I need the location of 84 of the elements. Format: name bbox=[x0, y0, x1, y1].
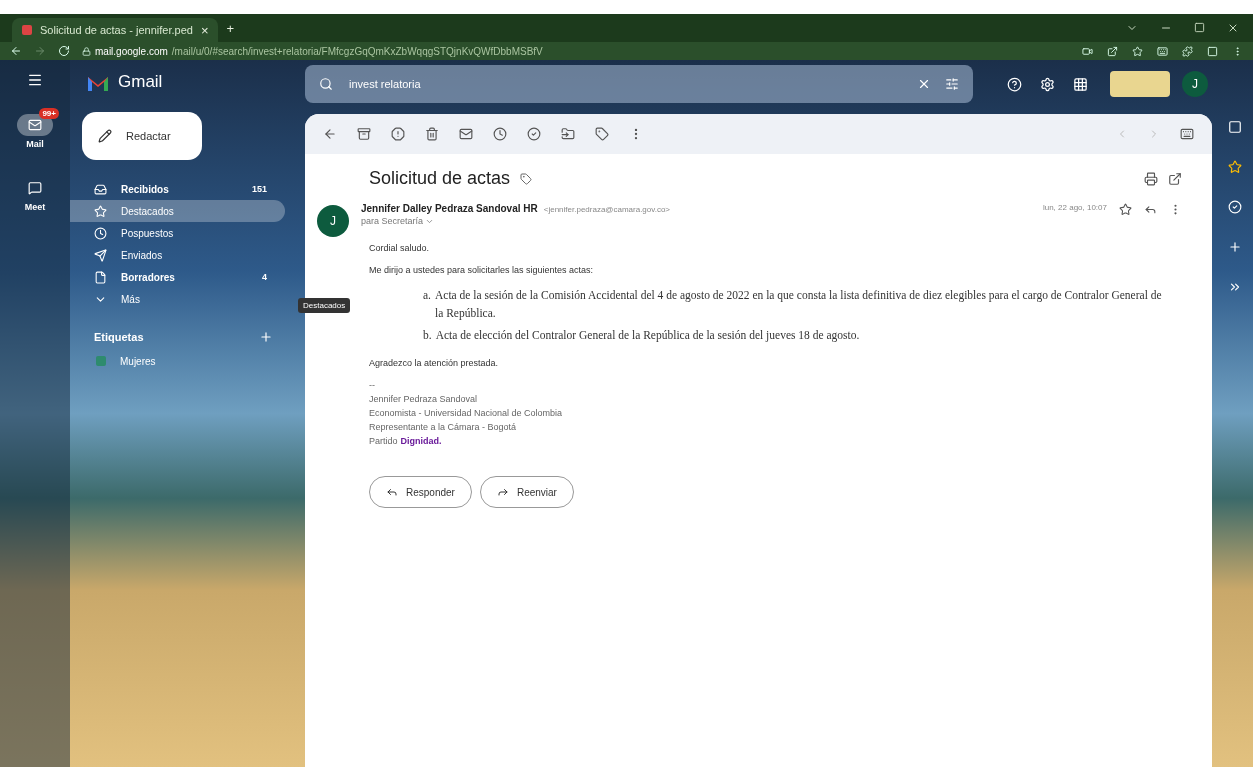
close-icon[interactable] bbox=[1227, 22, 1239, 34]
trash-icon[interactable] bbox=[425, 127, 439, 141]
app-name: Gmail bbox=[118, 72, 163, 92]
sender-address: <jennifer.pedraza@camara.gov.co> bbox=[543, 205, 670, 214]
tasks-icon[interactable] bbox=[1228, 200, 1242, 214]
filter-icon[interactable] bbox=[945, 77, 959, 91]
rail-item[interactable]: Meet bbox=[9, 169, 61, 214]
profile-avatar[interactable]: J bbox=[1182, 71, 1208, 97]
signature-line: Representante a la Cámara - Bogotá bbox=[369, 422, 518, 433]
nav-item[interactable]: Pospuestos bbox=[70, 222, 285, 244]
nav-item[interactable]: Destacados bbox=[70, 200, 285, 222]
bookmark-star-icon[interactable] bbox=[1132, 45, 1143, 57]
maximize-icon[interactable] bbox=[1194, 22, 1205, 33]
thanks-text: Agradezco la atención prestada. bbox=[369, 358, 500, 369]
list-item: a. Acta de la sesión de la Comisión Accidental del 4 de agosto de 2022 en la que consta la lista definitiva de diez elegibles para el cargo de Contralor General de la República. bbox=[423, 288, 1163, 322]
label-icon[interactable] bbox=[520, 172, 533, 185]
menu-icon[interactable] bbox=[27, 72, 43, 88]
share-icon[interactable] bbox=[1107, 45, 1118, 57]
email-date: lun, 22 ago, 10:07 bbox=[1042, 203, 1107, 212]
unread-badge: 99+ bbox=[39, 108, 59, 119]
labels-heading: Etiquetas bbox=[94, 331, 144, 343]
reply-button[interactable]: Responder bbox=[369, 476, 472, 509]
tab-close-button[interactable]: × bbox=[200, 22, 209, 38]
back-icon[interactable] bbox=[323, 127, 337, 141]
back-icon[interactable] bbox=[10, 45, 22, 57]
nav-item[interactable]: Borradores 4 bbox=[70, 266, 285, 288]
clock-icon[interactable] bbox=[493, 127, 507, 141]
greeting-text: Cordial saludo. bbox=[369, 243, 431, 253]
signature-line: Jennifer Pedraza Sandoval bbox=[369, 394, 479, 405]
side-panel-icon[interactable] bbox=[1207, 45, 1218, 57]
add-label-icon[interactable] bbox=[259, 330, 273, 344]
search-icon[interactable] bbox=[319, 77, 333, 91]
label-icon[interactable] bbox=[595, 127, 609, 141]
apps-grid-icon[interactable] bbox=[1073, 76, 1088, 92]
email-subject: Solicitud de actas bbox=[369, 168, 511, 189]
party-label: Partido bbox=[369, 436, 398, 447]
file-icon bbox=[94, 270, 107, 284]
reply-icon[interactable] bbox=[1144, 203, 1157, 216]
search-field[interactable]: invest relatoria bbox=[305, 65, 973, 103]
puzzle-icon[interactable] bbox=[1182, 45, 1193, 57]
move-icon[interactable] bbox=[561, 127, 575, 141]
nav-item[interactable]: Más bbox=[70, 288, 285, 310]
inbox-icon bbox=[94, 182, 107, 196]
compose-button[interactable]: Redactar bbox=[82, 112, 202, 160]
lock-icon bbox=[82, 46, 91, 56]
new-window-icon[interactable] bbox=[1168, 171, 1182, 186]
forward-button[interactable]: Reenviar bbox=[479, 476, 574, 509]
archive-icon[interactable] bbox=[357, 127, 371, 141]
new-tab-button[interactable]: + bbox=[226, 20, 235, 36]
mail-icon[interactable] bbox=[459, 127, 473, 141]
browser-tab[interactable]: Solicitud de actas - jennifer.ped × bbox=[12, 18, 219, 42]
add-icon[interactable] bbox=[1228, 240, 1242, 254]
rail-item[interactable]: 99+ Mail bbox=[9, 106, 61, 151]
star-icon bbox=[94, 204, 107, 218]
body-text: Me dirijo a ustedes para solicitarles las siguientes actas: bbox=[369, 265, 595, 275]
nav-item[interactable]: Enviados bbox=[70, 244, 285, 266]
recipient-dropdown[interactable]: para Secretaría bbox=[361, 216, 1031, 226]
party-link[interactable]: Dignidad. bbox=[400, 436, 442, 447]
search-input[interactable]: invest relatoria bbox=[347, 77, 903, 91]
spam-icon[interactable] bbox=[391, 127, 405, 141]
favicon-icon bbox=[22, 25, 32, 35]
reload-icon[interactable] bbox=[58, 45, 70, 57]
task-icon[interactable] bbox=[527, 127, 541, 141]
tooltip: Destacados bbox=[298, 298, 351, 313]
mail-icon bbox=[28, 118, 42, 132]
print-icon[interactable] bbox=[1144, 171, 1158, 186]
sender-avatar: J bbox=[317, 205, 349, 237]
sender-name: Jennifer Dalley Pedraza Sandoval HR bbox=[361, 203, 538, 214]
send-icon bbox=[94, 248, 107, 262]
tab-title: Solicitud de actas - jennifer.ped bbox=[40, 24, 193, 36]
star-icon[interactable] bbox=[1119, 203, 1132, 216]
label-item[interactable]: Mujeres bbox=[70, 350, 295, 372]
signature-separator: -- bbox=[369, 380, 376, 391]
nav-item[interactable]: Recibidos 151 bbox=[70, 178, 285, 200]
camera-icon[interactable] bbox=[1082, 45, 1093, 57]
settings-icon[interactable] bbox=[1040, 76, 1055, 92]
list-item: b. Acta de elección del Contralor General de la República de la sesión del jueves 18 de agosto. bbox=[423, 327, 861, 344]
signature-line: Economista - Universidad Nacional de Colombia bbox=[369, 408, 564, 419]
pencil-icon bbox=[98, 129, 112, 143]
keyboard-icon[interactable] bbox=[1180, 127, 1194, 141]
collapse-icon[interactable] bbox=[1228, 280, 1242, 294]
clock-icon bbox=[94, 226, 107, 240]
clear-search-icon[interactable] bbox=[917, 77, 931, 91]
help-icon[interactable] bbox=[1007, 76, 1022, 92]
